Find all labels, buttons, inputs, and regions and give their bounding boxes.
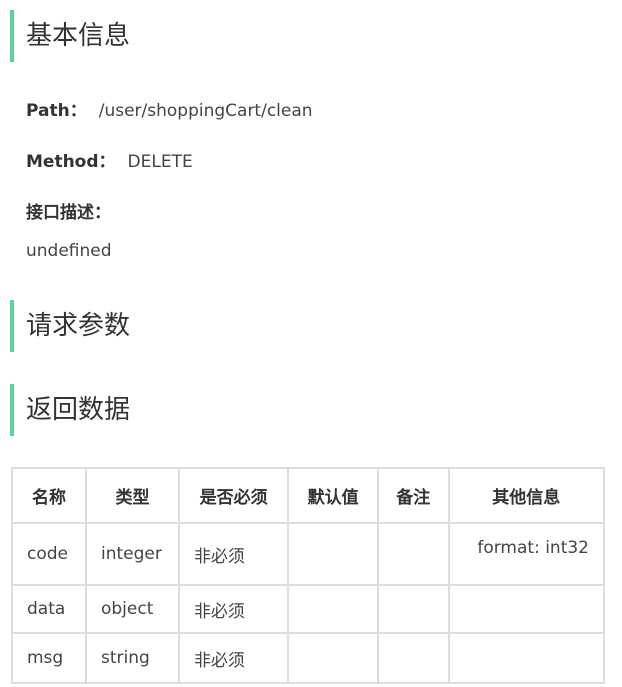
- cell-name: code: [11, 522, 87, 586]
- column-header-name: 名称: [11, 467, 87, 524]
- cell-default: [287, 584, 379, 634]
- table-header-row: 名称 类型 是否必须 默认值 备注 其他信息: [11, 467, 606, 524]
- cell-name: msg: [11, 632, 87, 684]
- section-title-basic-info: 基本信息: [10, 10, 410, 62]
- cell-other: format: int32: [447, 522, 606, 586]
- column-header-other: 其他信息: [447, 467, 606, 524]
- column-header-default: 默认值: [287, 467, 379, 524]
- cell-other: [447, 632, 606, 684]
- table-row: code integer 非必须 format: int32: [11, 522, 606, 586]
- cell-remark: [376, 522, 450, 586]
- cell-default: [287, 632, 379, 684]
- section-title-response-data: 返回数据: [10, 384, 410, 436]
- path-label: Path：: [26, 101, 87, 121]
- path-value: /user/shoppingCart/clean: [98, 101, 313, 121]
- table-row: data object 非必须: [11, 584, 606, 634]
- response-params-table: 名称 类型 是否必须 默认值 备注 其他信息 code integer 非必须 …: [11, 467, 606, 684]
- method-value: DELETE: [127, 152, 193, 172]
- cell-required: 非必须: [177, 584, 290, 634]
- table-row: msg string 非必须: [11, 632, 606, 684]
- cell-default: [287, 522, 379, 586]
- cell-required: 非必须: [177, 522, 290, 586]
- method-label: Method：: [26, 152, 116, 172]
- cell-type: string: [84, 632, 180, 684]
- cell-remark: [376, 584, 450, 634]
- path-row: Path： /user/shoppingCart/clean: [26, 100, 313, 122]
- description-row: 接口描述：: [26, 202, 123, 224]
- column-header-remark: 备注: [376, 467, 450, 524]
- cell-required: 非必须: [177, 632, 290, 684]
- cell-name: data: [11, 584, 87, 634]
- cell-other: [447, 584, 606, 634]
- method-row: Method： DELETE: [26, 151, 193, 173]
- cell-type: object: [84, 584, 180, 634]
- cell-remark: [376, 632, 450, 684]
- column-header-required: 是否必须: [177, 467, 290, 524]
- description-value: undefined: [26, 241, 112, 261]
- description-label: 接口描述：: [26, 203, 111, 223]
- column-header-type: 类型: [84, 467, 180, 524]
- section-title-request-params: 请求参数: [10, 300, 410, 352]
- cell-type: integer: [84, 522, 180, 586]
